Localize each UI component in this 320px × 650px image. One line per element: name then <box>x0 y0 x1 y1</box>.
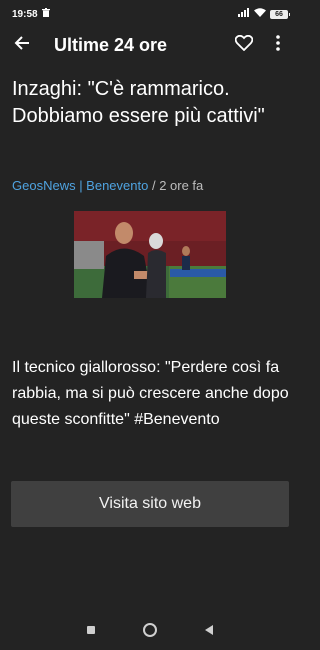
app-bar: Ultime 24 ore <box>0 28 300 62</box>
system-nav-bar <box>0 610 300 650</box>
heart-icon <box>234 34 254 56</box>
nav-back-icon[interactable] <box>205 625 213 635</box>
page-title: Ultime 24 ore <box>54 34 168 55</box>
status-right: 66 <box>238 8 290 20</box>
meta-separator: / <box>148 178 160 193</box>
article-body: Il tecnico giallorosso: "Perdere così fa… <box>12 359 289 428</box>
battery-icon: 66 <box>270 9 290 19</box>
article-headline: Inzaghi: "C'è rammarico. Dobbiamo essere… <box>12 78 265 127</box>
status-left: 19:58 <box>12 8 50 20</box>
app-actions <box>230 28 300 62</box>
source-link[interactable]: GeosNews | Benevento <box>12 178 148 193</box>
trash-icon <box>41 8 50 20</box>
back-arrow-icon <box>14 35 30 56</box>
favorite-button[interactable] <box>230 28 258 62</box>
status-time: 19:58 <box>12 8 38 20</box>
more-vert-icon <box>276 34 280 56</box>
article-time: 2 ore fa <box>159 178 204 193</box>
recents-icon[interactable] <box>87 626 95 634</box>
article-meta: GeosNews | Benevento / 2 ore fa <box>12 178 203 193</box>
signal-icon <box>238 8 250 20</box>
article-image[interactable] <box>74 211 226 298</box>
home-icon[interactable] <box>143 623 157 637</box>
more-options-button[interactable] <box>264 28 292 62</box>
visit-website-button[interactable]: Visita sito web <box>11 481 289 527</box>
status-bar: 19:58 66 <box>0 0 300 28</box>
back-button[interactable] <box>0 28 44 62</box>
wifi-icon <box>254 8 266 20</box>
